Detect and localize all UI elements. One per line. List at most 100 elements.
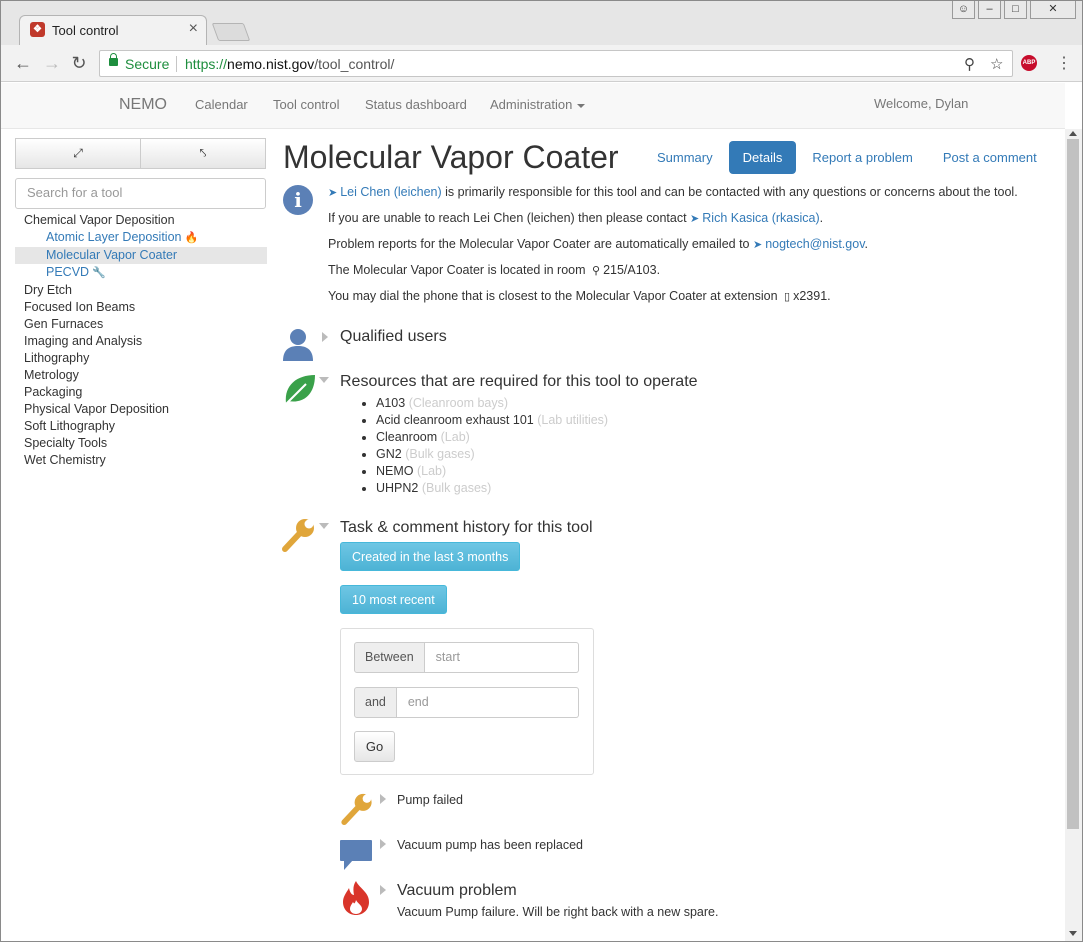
- tool-contact-info: ➤ Lei Chen (leichen) is primarily respons…: [328, 184, 1018, 314]
- collapse-icon: ⤣: [199, 146, 207, 160]
- resource-category: (Lab utilities): [537, 413, 609, 427]
- expand-chevron-icon[interactable]: [380, 794, 386, 804]
- ten-most-recent-button[interactable]: 10 most recent: [340, 585, 447, 614]
- category-specialty-tools[interactable]: Specialty Tools: [15, 435, 267, 452]
- history-problem-text: Vacuum Pump failure. Will be right back …: [397, 905, 719, 919]
- tool-label: Molecular Vapor Coater: [46, 247, 178, 262]
- list-item: A103 (Cleanroom bays): [376, 395, 608, 412]
- dropdown-caret-icon: [577, 103, 586, 108]
- tab-post-comment[interactable]: Post a comment: [929, 141, 1051, 174]
- info-text: is primarily responsible for this tool a…: [441, 185, 1018, 199]
- nav-calendar[interactable]: Calendar: [195, 97, 248, 112]
- category-wet-chemistry[interactable]: Wet Chemistry: [15, 452, 267, 469]
- collapse-all-button[interactable]: ⤣: [141, 138, 266, 169]
- resource-category: (Bulk gases): [405, 447, 475, 461]
- collapse-chevron-icon[interactable]: [319, 523, 329, 529]
- browser-tab[interactable]: ❖ Tool control ×: [19, 15, 207, 45]
- category-physical-vapor-deposition[interactable]: Physical Vapor Deposition: [15, 401, 267, 418]
- page-scrollbar[interactable]: [1065, 129, 1082, 941]
- back-icon[interactable]: ←: [12, 52, 34, 74]
- brand-link[interactable]: NEMO: [119, 96, 167, 114]
- url-text: https://nemo.nist.gov/tool_control/: [185, 56, 394, 72]
- expand-all-button[interactable]: ⤢: [15, 138, 141, 169]
- forward-icon[interactable]: →: [41, 52, 63, 74]
- last-3-months-button[interactable]: Created in the last 3 months: [340, 542, 521, 571]
- category-packaging[interactable]: Packaging: [15, 384, 267, 401]
- category-chemical-vapor-deposition[interactable]: Chemical Vapor Deposition: [15, 212, 267, 229]
- category-soft-lithography[interactable]: Soft Lithography: [15, 418, 267, 435]
- scroll-down-arrow-icon[interactable]: [1069, 931, 1077, 936]
- tool-molecular-vapor-coater[interactable]: Molecular Vapor Coater: [15, 246, 267, 264]
- close-window-button[interactable]: ✕: [1030, 1, 1076, 19]
- scroll-thumb[interactable]: [1067, 139, 1079, 829]
- info-icon: i: [283, 185, 313, 215]
- qualified-users-toggle[interactable]: Qualified users: [340, 328, 447, 346]
- address-bar[interactable]: Secure https://nemo.nist.gov/tool_contro…: [99, 50, 1013, 77]
- tool-search-input[interactable]: Search for a tool: [15, 178, 266, 209]
- minimize-button[interactable]: –: [978, 1, 1001, 19]
- end-date-input[interactable]: end: [396, 687, 579, 718]
- tab-details[interactable]: Details: [728, 141, 797, 174]
- category-metrology[interactable]: Metrology: [15, 367, 267, 384]
- browser-menu-icon[interactable]: ⋮: [1056, 53, 1072, 73]
- expand-chevron-icon[interactable]: [380, 839, 386, 849]
- email-link[interactable]: ➤ nogtech@nist.gov: [753, 237, 865, 251]
- primary-contact-link[interactable]: ➤ Lei Chen (leichen): [328, 185, 442, 199]
- tab-report-problem[interactable]: Report a problem: [798, 141, 926, 174]
- resource-name: NEMO: [376, 464, 414, 478]
- info-text: .: [827, 289, 831, 303]
- history-toggle[interactable]: Task & comment history for this tool: [340, 519, 593, 537]
- leaf-icon: [284, 375, 315, 406]
- phone-extension: x2391: [793, 289, 828, 303]
- backup-contact-name: Rich Kasica (rkasica): [702, 211, 820, 225]
- expand-chevron-icon[interactable]: [322, 332, 328, 342]
- history-comment-text[interactable]: Vacuum pump has been replaced: [397, 838, 583, 852]
- welcome-text: Welcome, Dylan: [874, 96, 969, 111]
- problem-fire-icon: 🔥: [184, 232, 199, 244]
- map-marker-icon: ⚲: [592, 265, 601, 277]
- info-line-email: Problem reports for the Molecular Vapor …: [328, 236, 1018, 253]
- list-item: NEMO (Lab): [376, 463, 608, 480]
- go-button[interactable]: Go: [354, 731, 395, 762]
- nav-administration-label: Administration: [490, 97, 573, 112]
- new-tab-button[interactable]: [211, 23, 251, 41]
- window-controls: ☺ – □ ✕: [952, 1, 1076, 19]
- list-item: Acid cleanroom exhaust 101 (Lab utilitie…: [376, 412, 608, 429]
- nav-administration[interactable]: Administration: [490, 97, 586, 112]
- collapse-chevron-icon[interactable]: [319, 377, 329, 383]
- profile-icon[interactable]: ☺: [952, 1, 975, 19]
- expand-icon: ⤢: [73, 146, 83, 160]
- scroll-up-arrow-icon[interactable]: [1069, 131, 1077, 136]
- info-line-primary: ➤ Lei Chen (leichen) is primarily respons…: [328, 184, 1018, 201]
- start-date-input[interactable]: start: [424, 642, 579, 673]
- expand-chevron-icon[interactable]: [380, 885, 386, 895]
- resources-toggle[interactable]: Resources that are required for this too…: [340, 373, 698, 391]
- backup-contact-link[interactable]: ➤ Rich Kasica (rkasica): [690, 211, 820, 225]
- history-task-text[interactable]: Pump failed: [397, 793, 463, 807]
- nav-status-dashboard[interactable]: Status dashboard: [365, 97, 467, 112]
- list-item: Cleanroom (Lab): [376, 429, 608, 446]
- category-lithography[interactable]: Lithography: [15, 350, 267, 367]
- nav-tool-control[interactable]: Tool control: [273, 97, 339, 112]
- tool-pecvd[interactable]: PECVD 🔧: [15, 264, 267, 282]
- history-problem-title[interactable]: Vacuum problem: [397, 882, 517, 900]
- reload-icon[interactable]: ↻: [68, 52, 90, 74]
- category-imaging-and-analysis[interactable]: Imaging and Analysis: [15, 333, 267, 350]
- tool-atomic-layer-deposition[interactable]: Atomic Layer Deposition 🔥: [15, 229, 267, 247]
- close-tab-icon[interactable]: ×: [189, 20, 198, 38]
- category-focused-ion-beams[interactable]: Focused Ion Beams: [15, 299, 267, 316]
- tab-title: Tool control: [52, 23, 119, 38]
- page-title: Molecular Vapor Coater: [283, 139, 619, 175]
- adblock-extension-icon[interactable]: ABP: [1021, 55, 1037, 71]
- send-message-icon: ➤: [752, 239, 763, 251]
- resource-category: (Lab): [440, 430, 470, 444]
- tool-tabs: Summary Details Report a problem Post a …: [643, 141, 1053, 174]
- address-separator: [176, 56, 177, 72]
- category-dry-etch[interactable]: Dry Etch: [15, 282, 267, 299]
- zoom-icon[interactable]: ⚲: [964, 55, 975, 73]
- maximize-button[interactable]: □: [1004, 1, 1027, 19]
- category-gen-furnaces[interactable]: Gen Furnaces: [15, 316, 267, 333]
- between-label: Between: [354, 642, 425, 673]
- bookmark-star-icon[interactable]: ☆: [990, 55, 1003, 73]
- tab-summary[interactable]: Summary: [643, 141, 727, 174]
